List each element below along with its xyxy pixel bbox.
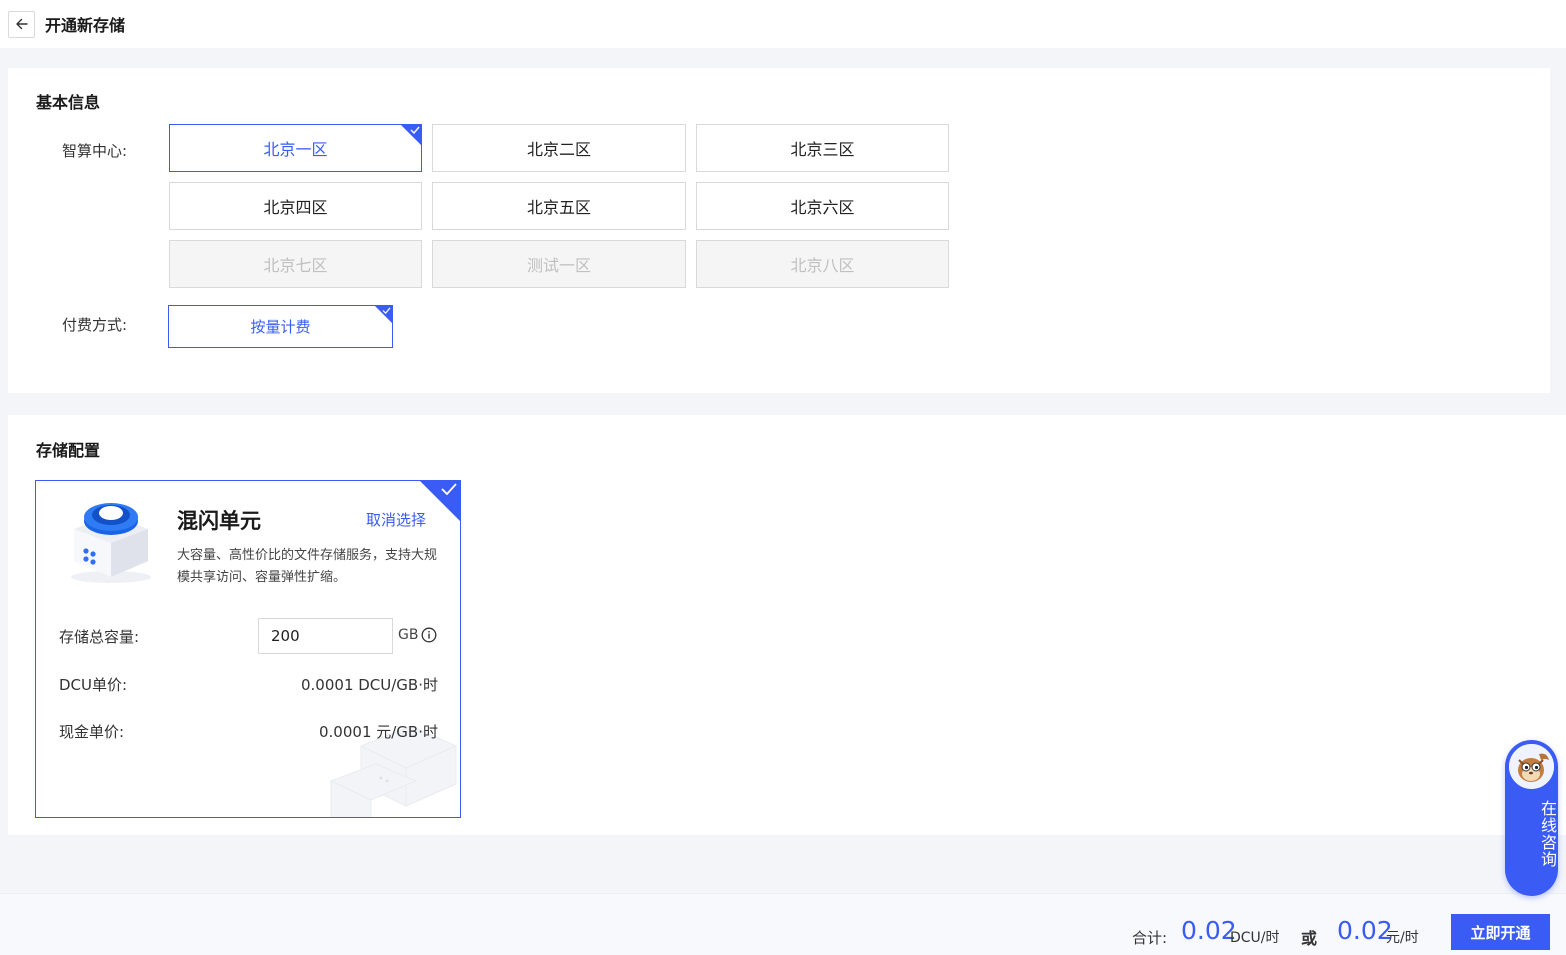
region-label: 测试一区 xyxy=(526,256,591,275)
section-title-storage: 存储配置 xyxy=(36,441,101,460)
region-grid: 北京一区 北京二区 北京三区 北京四区 北京五区 北京六区 北京七区 测试一区 … xyxy=(169,124,949,288)
online-consult-widget[interactable]: 在线咨询 xyxy=(1505,740,1558,896)
check-icon xyxy=(410,126,420,134)
storage-device-icon xyxy=(71,503,151,583)
capacity-label: 存储总容量: xyxy=(59,628,140,646)
region-label: 北京四区 xyxy=(263,198,328,217)
region-option-disabled: 北京八区 xyxy=(696,240,949,288)
pay-label: 付费方式: xyxy=(62,316,128,334)
region-option[interactable]: 北京六区 xyxy=(696,182,949,230)
card-description: 大容量、高性价比的文件存储服务，支持大规模共享访问、容量弹性扩缩。 xyxy=(177,548,438,585)
cash-price-value: 0.0001 元/GB·时 xyxy=(319,723,438,741)
region-label: 北京六区 xyxy=(790,198,855,217)
submit-button[interactable]: 立即开通 xyxy=(1451,914,1550,950)
dcu-price-value: 0.0001 DCU/GB·时 xyxy=(301,676,438,694)
region-label: 北京八区 xyxy=(790,256,855,275)
selected-corner xyxy=(375,306,392,323)
consult-avatar-icon xyxy=(1507,742,1556,791)
card-background-illustration xyxy=(329,725,458,817)
section-title-basic: 基本信息 xyxy=(36,93,101,112)
region-option[interactable]: 北京四区 xyxy=(169,182,422,230)
basic-info-section: 基本信息 智算中心: 北京一区 北京二区 北京三区 北京四区 北京五区 北京六区… xyxy=(8,68,1550,393)
storage-card-hybrid[interactable]: 混闪单元 取消选择 大容量、高性价比的文件存储服务，支持大规模共享访问、容量弹性… xyxy=(35,480,461,818)
region-label: 北京五区 xyxy=(526,198,591,217)
region-label: 北京二区 xyxy=(526,140,591,159)
region-option-disabled: 测试一区 xyxy=(432,240,686,288)
capacity-unit: GB xyxy=(398,627,419,643)
region-label: 北京七区 xyxy=(263,256,328,275)
page-title: 开通新存储 xyxy=(45,16,126,35)
check-icon xyxy=(382,307,391,314)
cancel-select-link[interactable]: 取消选择 xyxy=(366,509,426,530)
region-option[interactable]: 北京一区 xyxy=(169,124,422,172)
region-label: 北京三区 xyxy=(790,140,855,159)
cash-price-label: 现金单价: xyxy=(59,723,125,741)
selected-corner xyxy=(401,125,421,145)
check-icon xyxy=(441,483,457,495)
center-label: 智算中心: xyxy=(62,142,128,160)
total-label: 合计: xyxy=(1132,929,1168,947)
arrow-left-icon xyxy=(15,18,28,30)
region-option[interactable]: 北京五区 xyxy=(432,182,686,230)
card-title: 混闪单元 xyxy=(177,509,261,533)
dcu-price-label: DCU单价: xyxy=(59,676,128,694)
total-cash-amount: 0.02 xyxy=(1337,916,1393,945)
or-separator: 或 xyxy=(1301,929,1318,948)
consult-label: 在线咨询 xyxy=(1538,800,1557,868)
total-dcu-amount: 0.02 xyxy=(1181,916,1237,945)
total-cash-unit: 元/时 xyxy=(1386,930,1419,946)
region-option[interactable]: 北京二区 xyxy=(432,124,686,172)
page-header: 开通新存储 xyxy=(0,0,1566,48)
info-icon[interactable] xyxy=(421,627,437,643)
storage-config-section: 存储配置 混闪单元 取消选择 大容量、高性价比的文件存储服务，支持大规模共享访问… xyxy=(8,415,1566,835)
total-dcu-unit: DCU/时 xyxy=(1230,930,1280,946)
footer-bar: 合计: 0.02 DCU/时 或 0.02 元/时 立即开通 xyxy=(0,893,1566,955)
pay-option-usage[interactable]: 按量计费 xyxy=(168,305,393,348)
region-option[interactable]: 北京三区 xyxy=(696,124,949,172)
region-label: 北京一区 xyxy=(263,140,328,159)
capacity-input[interactable] xyxy=(258,618,393,654)
back-button[interactable] xyxy=(8,10,35,38)
region-option-disabled: 北京七区 xyxy=(169,240,422,288)
pay-option-label: 按量计费 xyxy=(250,318,311,336)
